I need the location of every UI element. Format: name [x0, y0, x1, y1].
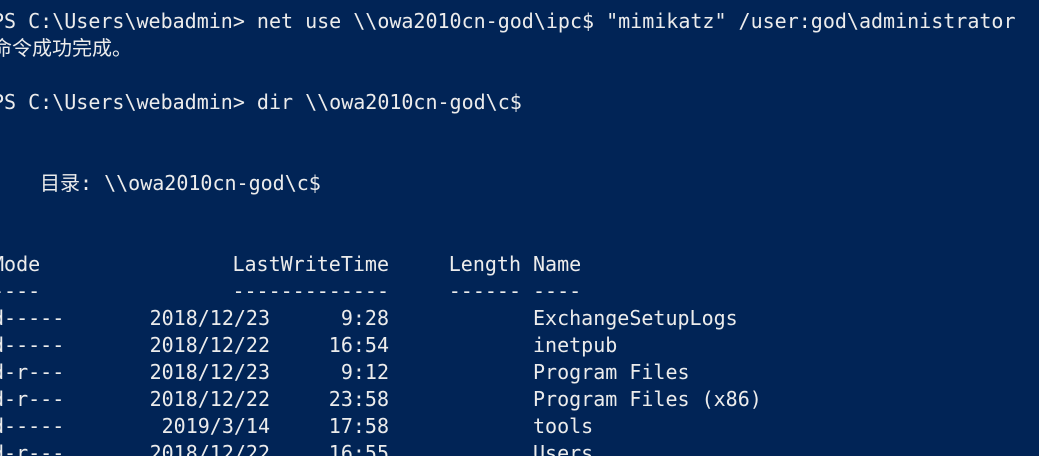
table-row-name: Users	[533, 441, 594, 456]
table-row-name: Program Files	[533, 360, 690, 384]
table-row-name: tools	[533, 414, 594, 438]
table-row-time: 17:58	[328, 414, 389, 438]
separator-name: ----	[533, 279, 582, 303]
table-row-time: 23:58	[328, 387, 389, 411]
table-row-name: Program Files (x86)	[533, 387, 762, 411]
table-row-time: 16:54	[328, 333, 389, 357]
table-row-time: 9:12	[340, 360, 389, 384]
table-row-name: inetpub	[533, 333, 618, 357]
table-row-time: 9:28	[340, 306, 389, 330]
table-row-time: 16:55	[328, 441, 389, 456]
separator-length: ------	[448, 279, 521, 303]
command-result: 命令成功完成。	[0, 36, 132, 60]
column-header-name: Name	[533, 252, 582, 276]
command-line-dir: PS C:\Users\webadmin> dir \\owa2010cn-go…	[0, 90, 522, 114]
directory-heading: 目录: \\owa2010cn-god\c$	[40, 171, 321, 195]
column-header-length: Length	[448, 252, 521, 276]
command-line-net-use: PS C:\Users\webadmin> net use \\owa2010c…	[0, 9, 1016, 33]
powershell-terminal[interactable]: PS C:\Users\webadmin> net use \\owa2010c…	[0, 0, 1039, 456]
table-row-name: ExchangeSetupLogs	[533, 306, 738, 330]
